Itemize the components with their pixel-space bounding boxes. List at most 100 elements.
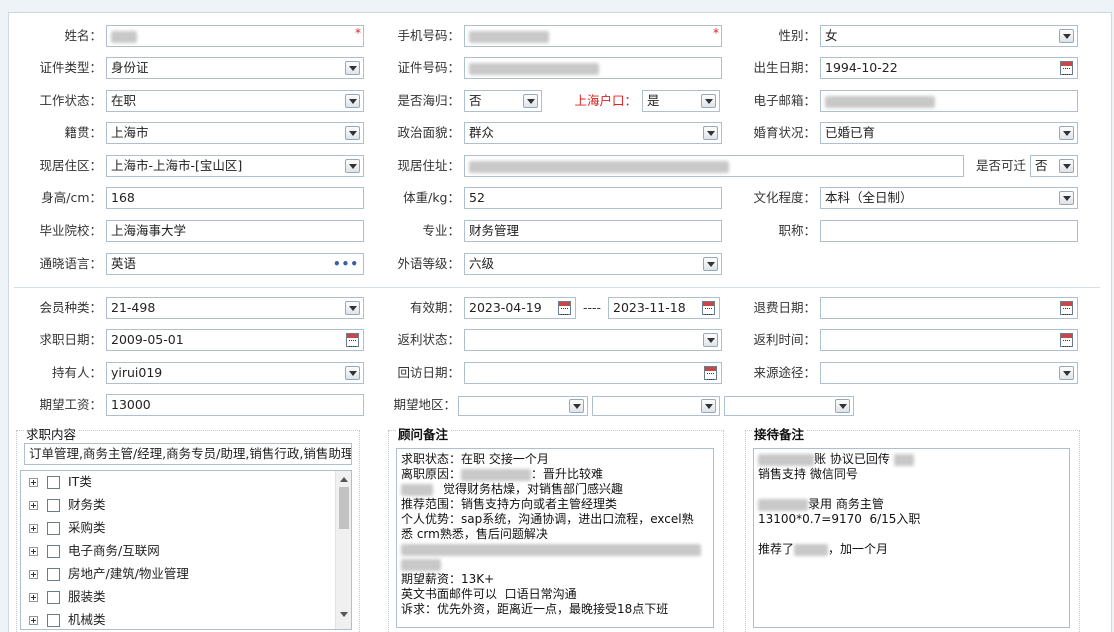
checkbox[interactable] [47, 590, 60, 604]
calendar-icon[interactable] [1060, 61, 1073, 75]
birth-date-field[interactable]: 1994-10-22 [820, 57, 1078, 79]
plus-box-icon[interactable] [29, 615, 38, 625]
plus-box-icon[interactable] [29, 523, 38, 533]
chevron-down-icon[interactable] [1059, 126, 1074, 140]
source-select[interactable] [820, 362, 1078, 384]
chevron-down-icon[interactable] [345, 301, 360, 315]
job-date-field[interactable]: 2009-05-01 [106, 329, 364, 351]
tree-item[interactable]: 财务类 [29, 494, 106, 516]
work-status-select[interactable]: 在职 [106, 90, 364, 112]
plus-box-icon[interactable] [29, 546, 38, 556]
calendar-icon[interactable] [704, 366, 717, 380]
rebate-time-field[interactable] [820, 329, 1078, 351]
refund-date-field[interactable] [820, 297, 1078, 319]
chevron-down-icon[interactable] [1059, 366, 1074, 380]
region-city-select[interactable] [592, 396, 720, 416]
advisor-notes-textarea[interactable]: 求职状态：在职 交接一个月 离职原因： ：晋升比较难 觉得财务枯燥，对销售部门感兴趣推… [396, 448, 714, 628]
chevron-down-icon[interactable] [1059, 29, 1074, 43]
marital-select[interactable]: 已婚已育 [820, 122, 1078, 144]
rebate-status-select[interactable] [464, 329, 722, 351]
email-field[interactable] [820, 90, 1078, 112]
visit-date-field[interactable] [464, 362, 722, 384]
tree-item[interactable]: 电子商务/互联网 [29, 540, 160, 562]
chevron-down-icon[interactable] [703, 126, 718, 140]
ellipsis-icon[interactable]: ••• [333, 254, 359, 274]
id-number-field[interactable] [464, 57, 722, 79]
holder-select[interactable]: yirui019 [106, 362, 364, 384]
shanghai-hukou-label: 上海户口： [574, 93, 637, 108]
tree-item-label: 采购类 [68, 520, 106, 535]
plus-box-icon[interactable] [29, 477, 38, 487]
language-level-select[interactable]: 六级 [464, 253, 722, 275]
scroll-up-icon[interactable] [340, 477, 348, 482]
name-field[interactable]: * [106, 25, 364, 47]
weight-field[interactable]: 52 [464, 187, 722, 209]
calendar-icon[interactable] [1060, 301, 1073, 315]
checkbox[interactable] [47, 613, 60, 627]
checkbox[interactable] [47, 475, 60, 489]
language-field[interactable]: 英语 ••• [106, 253, 364, 275]
region-province-select[interactable] [458, 396, 588, 416]
note-line [758, 482, 1065, 497]
calendar-icon[interactable] [346, 333, 359, 347]
job-category-tree[interactable]: IT类 财务类 采购类 电子商务/互联网 房地产/建筑/物业管理 服装类 机械类 [20, 470, 352, 630]
plus-box-icon[interactable] [29, 592, 38, 602]
tree-item[interactable]: 机械类 [29, 609, 106, 629]
chevron-down-icon[interactable] [345, 94, 360, 108]
chevron-down-icon[interactable] [345, 366, 360, 380]
tree-item[interactable]: 服装类 [29, 586, 106, 608]
region-district-select[interactable] [724, 396, 854, 416]
id-type-select[interactable]: 身份证 [106, 57, 364, 79]
chevron-down-icon[interactable] [701, 399, 716, 413]
shanghai-hukou-select[interactable]: 是 [642, 90, 720, 112]
salary-field[interactable]: 13000 [106, 394, 364, 416]
valid-to-field[interactable]: 2023-11-18 [608, 297, 720, 319]
chevron-down-icon[interactable] [1059, 191, 1074, 205]
chevron-down-icon[interactable] [703, 333, 718, 347]
plus-box-icon[interactable] [29, 500, 38, 510]
gender-select[interactable]: 女 [820, 25, 1078, 47]
residence-addr-field[interactable] [464, 155, 964, 177]
returnee-select[interactable]: 否 [464, 90, 542, 112]
reception-notes-textarea[interactable]: 账 协议已回传 销售支持 微信同号 录用 商务主管 13100*0.7=9170 6/… [753, 448, 1070, 628]
calendar-icon[interactable] [558, 301, 571, 315]
calendar-icon[interactable] [1060, 333, 1073, 347]
school-field[interactable]: 上海海事大学 [106, 220, 364, 242]
title-field[interactable] [820, 220, 1078, 242]
job-content-summary[interactable]: 订单管理,商务主管/经理,商务专员/助理,销售行政,销售助理 [24, 443, 352, 465]
calendar-icon[interactable] [702, 301, 715, 315]
checkbox[interactable] [47, 521, 60, 535]
scrollbar-thumb[interactable] [339, 487, 349, 529]
native-select[interactable]: 上海市 [106, 122, 364, 144]
chevron-down-icon[interactable] [569, 399, 584, 413]
residence-area-select[interactable]: 上海市-上海市-[宝山区] [106, 155, 364, 177]
relocate-select[interactable]: 否 [1030, 155, 1078, 177]
plus-box-icon[interactable] [29, 569, 38, 579]
scroll-down-icon[interactable] [340, 612, 348, 617]
height-field[interactable]: 168 [106, 187, 364, 209]
tree-item[interactable]: IT类 [29, 471, 92, 493]
mobile-field[interactable]: * [464, 25, 722, 47]
checkbox[interactable] [47, 498, 60, 512]
chevron-down-icon[interactable] [345, 126, 360, 140]
chevron-down-icon[interactable] [345, 61, 360, 75]
political-select[interactable]: 群众 [464, 122, 722, 144]
chevron-down-icon[interactable] [523, 94, 538, 108]
valid-from-field[interactable]: 2023-04-19 [464, 297, 576, 319]
chevron-down-icon[interactable] [345, 159, 360, 173]
checkbox[interactable] [47, 544, 60, 558]
tree-scrollbar[interactable] [335, 471, 351, 629]
member-type-select[interactable]: 21-498 [106, 297, 364, 319]
chevron-down-icon[interactable] [701, 94, 716, 108]
education-select[interactable]: 本科（全日制） [820, 187, 1078, 209]
valid-to-value: 2023-11-18 [613, 300, 686, 315]
chevron-down-icon[interactable] [703, 257, 718, 271]
chevron-down-icon[interactable] [835, 399, 850, 413]
tree-item[interactable]: 采购类 [29, 517, 106, 539]
marital-value: 已婚已育 [825, 125, 876, 140]
chevron-down-icon[interactable] [1059, 159, 1074, 173]
tree-item[interactable]: 房地产/建筑/物业管理 [29, 563, 189, 585]
job-date-label: 求职日期： [39, 332, 102, 347]
major-field[interactable]: 财务管理 [464, 220, 722, 242]
checkbox[interactable] [47, 567, 60, 581]
